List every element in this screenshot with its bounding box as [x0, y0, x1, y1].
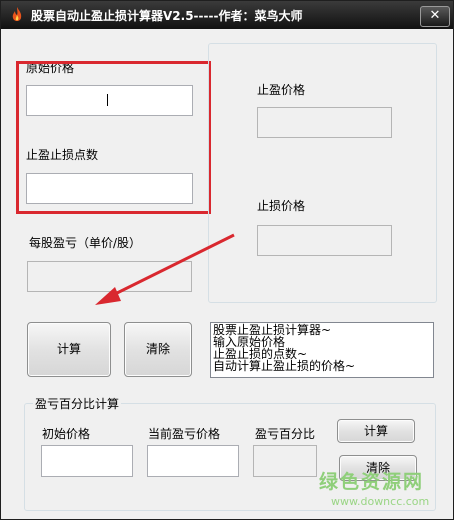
pl-percent-output[interactable]	[253, 445, 317, 477]
percent-group-title: 盈亏百分比计算	[33, 395, 122, 412]
title-bar[interactable]: 股票自动止盈止损计算器V2.5-----作者：菜鸟大师 ✕	[1, 1, 453, 29]
current-pl-input[interactable]	[147, 445, 239, 477]
stop-loss-output[interactable]	[257, 225, 392, 256]
flame-icon	[12, 7, 22, 21]
app-window: 股票自动止盈止损计算器V2.5-----作者：菜鸟大师 ✕ 原始价格 止盈止损点…	[0, 0, 454, 520]
take-profit-output[interactable]	[257, 107, 392, 138]
watermark-url: www.downcc.com	[331, 495, 430, 508]
initial-price-input[interactable]	[41, 445, 133, 477]
result-group-box	[208, 43, 437, 303]
close-icon: ✕	[429, 8, 441, 23]
pl-percent-label: 盈亏百分比	[255, 427, 316, 441]
arrow-icon	[95, 233, 235, 305]
watermark-text: 绿色资源网	[319, 471, 425, 493]
percent-calculate-button[interactable]: 计算	[337, 419, 415, 443]
percent-calculate-label: 计算	[363, 424, 388, 438]
initial-price-label: 初始价格	[42, 427, 91, 441]
client-area: 原始价格 止盈止损点数 止盈价格 止损价格 每股盈亏（单价/股） 计算 清除 股…	[5, 29, 449, 515]
highlight-box	[16, 61, 211, 214]
info-memo[interactable]: 股票止盈止损计算器~ 输入原始价格 止盈止损的点数~ 自动计算止盈止损的价格~	[210, 322, 434, 378]
stop-loss-label: 止损价格	[257, 199, 306, 213]
calculate-button-label: 计算	[56, 342, 81, 356]
take-profit-label: 止盈价格	[257, 83, 306, 97]
memo-line: 自动计算止盈止损的价格~	[213, 359, 356, 373]
calculate-button[interactable]: 计算	[27, 322, 111, 377]
clear-button-label: 清除	[145, 342, 170, 356]
close-button[interactable]: ✕	[420, 6, 450, 27]
window-title: 股票自动止盈止损计算器V2.5-----作者：菜鸟大师	[31, 9, 303, 23]
current-pl-label: 当前盈亏价格	[148, 427, 221, 441]
clear-button[interactable]: 清除	[124, 322, 192, 377]
